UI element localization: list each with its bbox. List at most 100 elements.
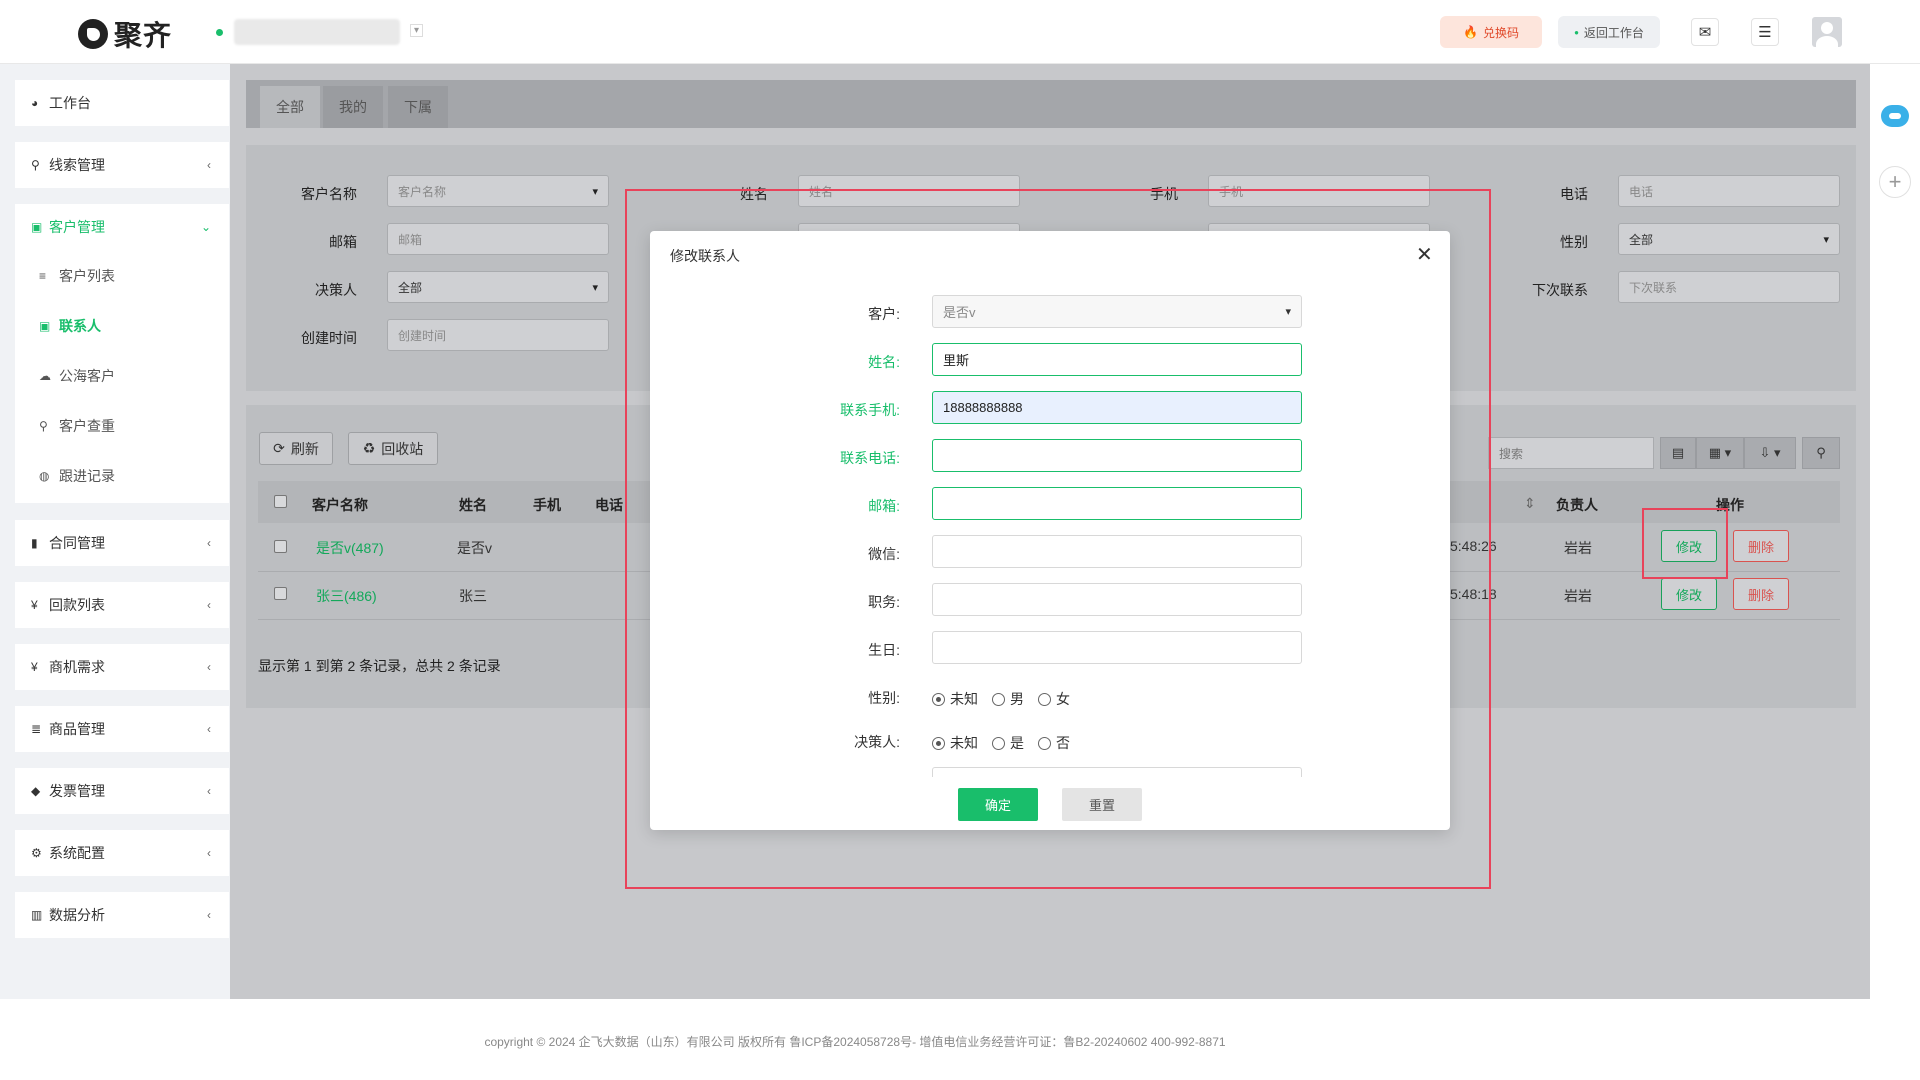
sidebar-sub-contacts[interactable]: ▣ 联系人 xyxy=(15,306,229,346)
sidebar-item-products[interactable]: ≣ 商品管理 ‹ xyxy=(15,706,229,752)
customer-link[interactable]: 张三(486) xyxy=(316,586,377,606)
mail-icon[interactable]: ✉ xyxy=(1691,18,1719,46)
sidebar-item-settings[interactable]: ⚙ 系统配置 ‹ xyxy=(15,830,229,876)
bookmark-icon: ▮ xyxy=(31,536,38,550)
list-view-icon[interactable]: ▤ xyxy=(1660,437,1696,469)
row-checkbox[interactable] xyxy=(274,540,287,553)
filter-label-created: 创建时间 xyxy=(301,330,357,346)
scrolled-field[interactable] xyxy=(932,767,1302,777)
filter-decision-select[interactable]: 全部 xyxy=(387,271,609,303)
back-to-workbench-button[interactable]: ● 返回工作台 xyxy=(1558,16,1660,48)
gender-unknown-radio[interactable]: 未知 xyxy=(932,689,978,709)
filter-email-input[interactable]: 邮箱 xyxy=(387,223,609,255)
footer-copyright: copyright © 2024 企飞大数据（山东）有限公司 版权所有 鲁ICP… xyxy=(484,1035,1226,1049)
tab-mine[interactable]: 我的 xyxy=(323,86,383,128)
avatar[interactable] xyxy=(1812,17,1842,47)
table-search-input[interactable]: 搜索 xyxy=(1488,437,1654,469)
sidebar-item-workbench[interactable]: ◕ 工作台 xyxy=(15,80,229,126)
delete-button[interactable]: 删除 xyxy=(1733,530,1789,562)
gender-radio-group: 未知 男 女 xyxy=(932,689,1070,709)
col-actions: 操作 xyxy=(1716,497,1744,513)
confirm-button[interactable]: 确定 xyxy=(958,788,1038,821)
delete-button[interactable]: 删除 xyxy=(1733,578,1789,610)
logo[interactable]: 聚齐 xyxy=(78,14,172,54)
list-icon: ≡ xyxy=(39,269,47,283)
wechat-field[interactable] xyxy=(932,535,1302,568)
plus-icon[interactable]: + xyxy=(1879,166,1911,198)
decision-radio-group: 未知 是 否 xyxy=(932,733,1070,753)
filter-customer-select[interactable]: 客户名称 xyxy=(387,175,609,207)
tab-subordinates[interactable]: 下属 xyxy=(388,86,448,128)
customer-select[interactable]: 是否v xyxy=(932,295,1302,328)
customer-link[interactable]: 是否v(487) xyxy=(316,538,384,558)
filter-phone-input[interactable]: 电话 xyxy=(1618,175,1840,207)
chevron-left-icon: ‹ xyxy=(207,536,211,550)
filter-label-phone: 电话 xyxy=(1560,186,1588,202)
sidebar-item-analytics[interactable]: ▥ 数据分析 ‹ xyxy=(15,892,229,938)
time-cell: 5:48:18 xyxy=(1450,586,1497,602)
label-wechat: 微信: xyxy=(868,546,900,562)
sidebar-item-opportunities[interactable]: ¥ 商机需求 ‹ xyxy=(15,644,229,690)
search-icon[interactable]: ⚲ xyxy=(1802,437,1840,469)
radio-dot xyxy=(932,692,945,706)
sidebar-sub-dedup[interactable]: ⚲ 客户查重 xyxy=(15,406,229,446)
email-field[interactable] xyxy=(932,487,1302,520)
select-all-checkbox[interactable] xyxy=(274,495,287,508)
label-gender: 性别: xyxy=(868,690,900,706)
dashboard-icon: ◕ xyxy=(31,96,39,110)
filter-label-mobile: 手机 xyxy=(1150,186,1178,202)
chevron-left-icon: ‹ xyxy=(207,660,211,674)
label-position: 职务: xyxy=(868,594,900,610)
sidebar-item-leads[interactable]: ⚲ 线索管理 ‹ xyxy=(15,142,229,188)
filter-gender-select[interactable]: 全部 xyxy=(1618,223,1840,255)
redeem-code-button[interactable]: 🔥 兑换码 xyxy=(1440,16,1542,48)
decision-yes-radio[interactable]: 是 xyxy=(992,733,1024,753)
mobile-field[interactable]: 18888888888 xyxy=(932,391,1302,424)
gender-female-radio[interactable]: 女 xyxy=(1038,689,1070,709)
status-dot xyxy=(216,29,223,36)
sidebar-sub-public-customers[interactable]: ☁ 公海客户 xyxy=(15,356,229,396)
sidebar-sub-follow-up[interactable]: ◍ 跟进记录 xyxy=(15,456,229,496)
filter-label-email: 邮箱 xyxy=(329,234,357,250)
filter-name-input[interactable]: 姓名 xyxy=(798,175,1020,207)
gender-male-radio[interactable]: 男 xyxy=(992,689,1024,709)
edit-button[interactable]: 修改 xyxy=(1661,578,1717,610)
menu-icon[interactable]: ☰ xyxy=(1751,18,1779,46)
refresh-button[interactable]: ⟳ 刷新 xyxy=(259,432,333,465)
reset-button[interactable]: 重置 xyxy=(1062,788,1142,821)
sidebar-item-contracts[interactable]: ▮ 合同管理 ‹ xyxy=(15,520,229,566)
chat-icon[interactable] xyxy=(1881,105,1909,127)
sort-icon[interactable]: ⇕ xyxy=(1524,495,1536,512)
sidebar-sub-customer-list[interactable]: ≡ 客户列表 xyxy=(15,256,229,296)
bar-chart-icon: ▥ xyxy=(31,908,43,922)
tabs-bar xyxy=(246,80,1856,128)
sidebar-item-customers[interactable]: ▣ 客户管理 ⌄ xyxy=(15,204,229,250)
decision-no-radio[interactable]: 否 xyxy=(1038,733,1070,753)
birthday-field[interactable] xyxy=(932,631,1302,664)
filter-next-contact-input[interactable]: 下次联系 xyxy=(1618,271,1840,303)
chevron-down-icon: ⌄ xyxy=(200,220,211,234)
tab-all[interactable]: 全部 xyxy=(260,86,320,128)
filter-created-input[interactable]: 创建时间 xyxy=(387,319,609,351)
filter-label-decision: 决策人 xyxy=(315,282,357,298)
recycle-bin-button[interactable]: ♻ 回收站 xyxy=(348,432,438,465)
phone-field[interactable] xyxy=(932,439,1302,472)
col-mobile: 手机 xyxy=(533,497,561,513)
sidebar-item-invoices[interactable]: ◆ 发票管理 ‹ xyxy=(15,768,229,814)
export-icon[interactable]: ⇩ ▾ xyxy=(1744,437,1796,469)
edit-button[interactable]: 修改 xyxy=(1661,530,1717,562)
caret-down-icon[interactable]: ▾ xyxy=(410,24,424,37)
filter-mobile-input[interactable]: 手机 xyxy=(1208,175,1430,207)
filter-label-gender: 性别 xyxy=(1560,234,1588,250)
position-field[interactable] xyxy=(932,583,1302,616)
columns-icon[interactable]: ▦ ▾ xyxy=(1696,437,1744,469)
decision-unknown-radio[interactable]: 未知 xyxy=(932,733,978,753)
chevron-left-icon: ‹ xyxy=(207,908,211,922)
sidebar-item-payments[interactable]: ¥ 回款列表 ‹ xyxy=(15,582,229,628)
close-icon[interactable]: ✕ xyxy=(1416,242,1433,267)
row-checkbox[interactable] xyxy=(274,587,287,600)
label-decision: 决策人: xyxy=(854,734,900,750)
name-field[interactable]: 里斯 xyxy=(932,343,1302,376)
org-name-blurred[interactable] xyxy=(234,19,400,45)
chevron-left-icon: ‹ xyxy=(207,784,211,798)
